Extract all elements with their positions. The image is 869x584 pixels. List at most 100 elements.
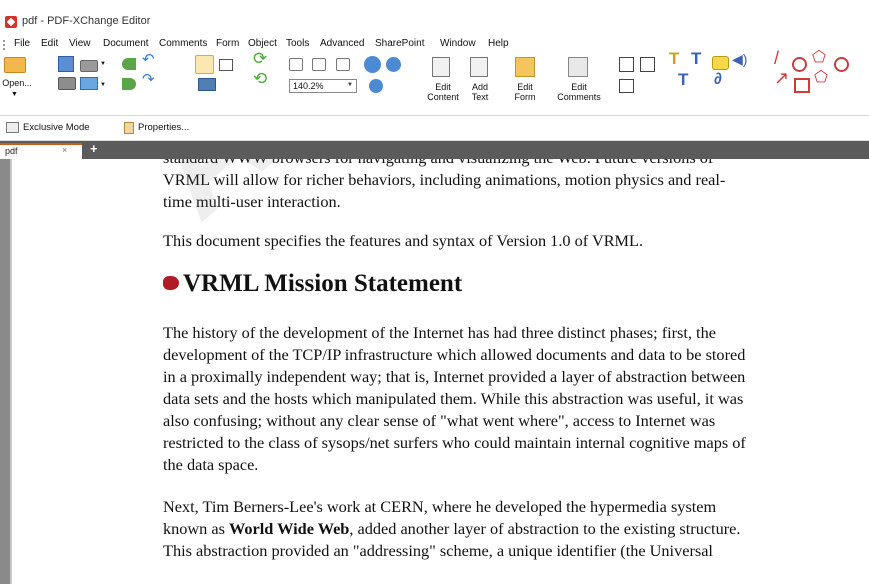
hand-tool-icon[interactable]: [195, 55, 214, 74]
back-arrow-icon[interactable]: [122, 58, 136, 70]
doc-p4-line3: This abstraction provided an "addressing…: [163, 541, 713, 560]
arrow-tool-icon[interactable]: ↗: [774, 69, 789, 87]
page-content: standard WWW browsers for navigating and…: [163, 159, 863, 562]
attach-file-icon[interactable]: ∂: [714, 72, 722, 88]
zoom-combo[interactable]: 140.2% ▼: [289, 79, 357, 93]
menu-help[interactable]: Help: [488, 38, 509, 49]
open-button-label[interactable]: Open...: [2, 78, 32, 88]
polygon-outline-icon[interactable]: ⬠: [814, 70, 828, 86]
redo-icon[interactable]: ↷: [142, 72, 155, 87]
menu-object[interactable]: Object: [248, 38, 277, 49]
sticky-note-icon[interactable]: [712, 56, 729, 70]
doc-p1-line1: VRML will allow for richer behaviors, in…: [163, 170, 726, 189]
menu-edit[interactable]: Edit: [41, 38, 58, 49]
email-dropdown-icon[interactable]: ▼: [100, 80, 106, 90]
doc-p3-line: also confusing; without any clear sense …: [163, 411, 716, 430]
open-dropdown-icon[interactable]: ▼: [11, 90, 18, 100]
doc-p3-line: the data space.: [163, 455, 259, 474]
menu-tools[interactable]: Tools: [286, 38, 309, 49]
window-title: pdf - PDF-XChange Editor: [22, 15, 151, 27]
snapshot-icon[interactable]: [198, 78, 216, 91]
cloud-tool-icon[interactable]: [834, 57, 849, 72]
line-tool-icon[interactable]: /: [774, 49, 779, 67]
zoom-value[interactable]: 140.2%: [293, 81, 324, 91]
scan-icon[interactable]: [58, 77, 76, 90]
add-text-icon[interactable]: [470, 57, 488, 77]
typewriter-icon[interactable]: [619, 57, 634, 72]
fit-page-icon[interactable]: [312, 58, 326, 71]
edit-form-label[interactable]: Edit Form: [510, 82, 540, 102]
menu-sharepoint[interactable]: SharePoint: [375, 38, 424, 49]
doc-p3-line: The history of the development of the In…: [163, 323, 716, 342]
main-toolbar: Open... ▼ ▼ ▼ ↶ ↷ ⟳ ⟲ 140.2% ▼ Edit Cont…: [0, 49, 869, 116]
rotate-icon[interactable]: ⟳: [253, 50, 267, 67]
zoom-in-icon[interactable]: [364, 56, 381, 73]
doc-p4-bold: World Wide Web: [229, 519, 350, 538]
title-bar: pdf - PDF-XChange Editor: [0, 0, 869, 34]
properties-icon[interactable]: [124, 122, 134, 134]
open-folder-icon[interactable]: [4, 57, 26, 73]
email-icon[interactable]: [80, 77, 98, 90]
menu-advanced[interactable]: Advanced: [320, 38, 364, 49]
zoom-dropdown-icon[interactable]: ▼: [347, 82, 353, 88]
quick-toolbar: Exclusive Mode Properties...: [0, 116, 869, 141]
document-view[interactable]: standard WWW browsers for navigating and…: [0, 159, 869, 584]
doc-p1-line2: time multi-user interaction.: [163, 192, 341, 211]
print-dropdown-icon[interactable]: ▼: [100, 59, 106, 69]
app-logo-icon: [5, 16, 17, 28]
menu-comments[interactable]: Comments: [159, 38, 207, 49]
underline-text-icon[interactable]: T: [691, 50, 701, 67]
menu-window[interactable]: Window: [440, 38, 476, 49]
doc-p4-line2: known as World Wide Web, added another l…: [163, 518, 863, 540]
edit-comments-label[interactable]: Edit Comments: [556, 82, 602, 102]
edit-content-icon[interactable]: [432, 57, 450, 77]
callout-icon[interactable]: [619, 79, 634, 93]
sound-icon[interactable]: ◀): [732, 52, 747, 66]
print-icon[interactable]: [80, 60, 98, 72]
new-tab-button[interactable]: +: [90, 142, 98, 156]
page-edge: [10, 159, 12, 584]
menu-file[interactable]: File: [14, 38, 30, 49]
doc-p3-line: restricted to the class of sysops/net su…: [163, 433, 746, 452]
menu-form[interactable]: Form: [216, 38, 239, 49]
exclusive-mode-icon[interactable]: [6, 122, 19, 133]
exclusive-mode-button[interactable]: Exclusive Mode: [23, 119, 90, 137]
zoom-out-icon[interactable]: [386, 57, 401, 72]
doc-p3-line: in a proximally independent way; that is…: [163, 367, 746, 386]
edit-comments-icon[interactable]: [568, 57, 588, 77]
edit-form-icon[interactable]: [515, 57, 535, 77]
tab-label[interactable]: pdf: [5, 146, 18, 156]
tab-close-icon[interactable]: ×: [62, 145, 67, 155]
zoom-plus-icon[interactable]: [369, 79, 383, 93]
strikeout-text-icon[interactable]: T: [678, 71, 688, 88]
undo-icon[interactable]: ↶: [142, 52, 155, 67]
left-gutter: [0, 159, 10, 584]
menu-document[interactable]: Document: [103, 38, 149, 49]
forward-arrow-icon[interactable]: [122, 78, 136, 90]
oval-tool-icon[interactable]: [792, 57, 807, 72]
fit-width-icon[interactable]: [336, 58, 350, 71]
doc-p4-post: , added another layer of abstraction to …: [349, 519, 741, 538]
polygon-tool-icon[interactable]: ⬠: [812, 50, 826, 66]
menu-view[interactable]: View: [69, 38, 91, 49]
add-text-label[interactable]: Add Text: [466, 82, 494, 102]
tab-pdf[interactable]: pdf ×: [0, 143, 82, 159]
doc-p2: This document specifies the features and…: [163, 231, 644, 250]
doc-p4-pre: known as: [163, 519, 230, 538]
heading-bullet-icon: [163, 276, 179, 290]
document-tabs: pdf × +: [0, 141, 869, 159]
rectangle-tool-icon[interactable]: [794, 78, 810, 93]
doc-heading-text: VRML Mission Statement: [183, 270, 463, 297]
doc-top-line: standard WWW browsers for navigating and…: [163, 159, 863, 169]
doc-p4-line1: Next, Tim Berners-Lee's work at CERN, wh…: [163, 497, 717, 516]
menu-grip-icon: [3, 40, 7, 50]
actual-size-icon[interactable]: [289, 58, 303, 71]
edit-content-label[interactable]: Edit Content: [425, 82, 461, 102]
save-icon[interactable]: [58, 56, 74, 72]
text-box-icon[interactable]: [640, 57, 655, 72]
rotate-left-icon[interactable]: ⟲: [253, 70, 267, 87]
highlight-text-icon[interactable]: T: [669, 50, 679, 67]
properties-button[interactable]: Properties...: [138, 119, 189, 137]
doc-p3-line: data sets and the hosts which manipulate…: [163, 389, 744, 408]
select-text-icon[interactable]: [219, 59, 233, 71]
